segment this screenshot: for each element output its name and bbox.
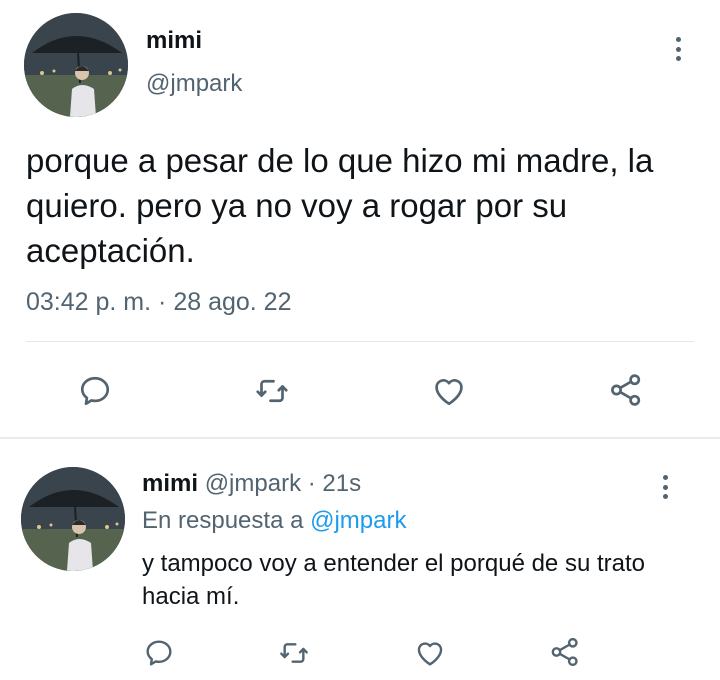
- reply-reply-button[interactable]: [140, 634, 178, 672]
- reply-avatar[interactable]: [21, 467, 125, 571]
- like-button[interactable]: [428, 370, 470, 412]
- meta-separator: ·: [158, 288, 167, 316]
- share-button[interactable]: [604, 368, 648, 412]
- replying-to: En respuesta a @jmpark: [142, 507, 406, 535]
- retweet-button[interactable]: [250, 370, 294, 412]
- like-icon: [435, 379, 463, 406]
- replying-prefix: En respuesta a: [142, 507, 304, 534]
- retweet-icon: [256, 379, 288, 403]
- reply-icon: [80, 376, 110, 406]
- tweet-timestamp[interactable]: 03:42 p. m. · 28 ago. 22: [26, 288, 291, 317]
- reply-button[interactable]: [74, 370, 116, 412]
- reply-share-button[interactable]: [545, 632, 585, 672]
- tweet-time: 03:42 p. m.: [26, 288, 152, 316]
- reply-text: y tampoco voy a entender el porqué de su…: [142, 550, 645, 610]
- reply-more-vertical-icon[interactable]: [655, 472, 675, 502]
- reply-retweet-button[interactable]: [274, 634, 314, 672]
- tweet-date: 28 ago. 22: [173, 288, 292, 316]
- author-handle[interactable]: @jmpark: [146, 70, 242, 98]
- reply-header: mimi @jmpark · 21s: [142, 470, 361, 498]
- author-name[interactable]: mimi: [146, 27, 202, 55]
- divider: [26, 341, 694, 342]
- share-icon: [551, 637, 578, 667]
- like-icon: [417, 642, 443, 666]
- reply-like-button[interactable]: [411, 634, 449, 672]
- reply-age[interactable]: 21s: [322, 470, 361, 497]
- avatar-photo: [21, 467, 125, 571]
- section-divider: [0, 437, 720, 439]
- reply-separator: ·: [307, 470, 316, 497]
- reply-author-handle[interactable]: @jmpark: [205, 470, 301, 497]
- share-icon: [611, 374, 641, 406]
- reply-icon: [146, 640, 172, 666]
- retweet-icon: [280, 643, 308, 663]
- avatar[interactable]: [24, 13, 128, 117]
- tweet-text: porque a pesar de lo que hizo mi madre, …: [26, 142, 654, 269]
- replying-handle-link[interactable]: @jmpark: [310, 507, 406, 534]
- more-vertical-icon[interactable]: [668, 34, 688, 64]
- avatar-photo: [24, 13, 128, 117]
- reply-author-name[interactable]: mimi: [142, 470, 198, 497]
